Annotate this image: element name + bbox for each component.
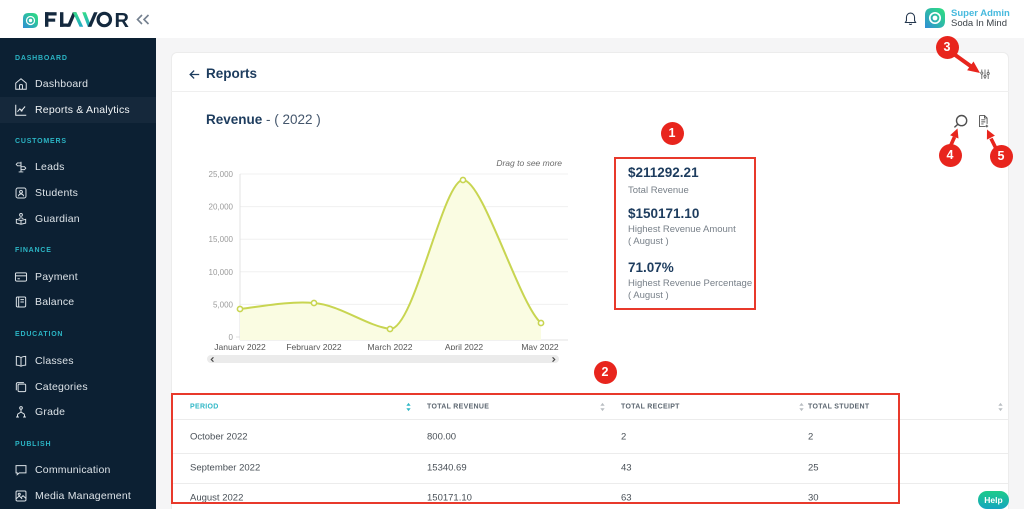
- svg-text:25,000: 25,000: [209, 170, 234, 179]
- svg-text:15,000: 15,000: [209, 235, 234, 244]
- svg-text:10,000: 10,000: [209, 268, 234, 277]
- svg-text:5,000: 5,000: [213, 300, 234, 309]
- svg-text:January 2022: January 2022: [214, 342, 266, 350]
- svg-text:February 2022: February 2022: [286, 342, 342, 350]
- svg-text:April 2022: April 2022: [445, 342, 484, 350]
- svg-text:20,000: 20,000: [209, 203, 234, 212]
- svg-text:May 2022: May 2022: [521, 342, 559, 350]
- svg-text:March 2022: March 2022: [368, 342, 413, 350]
- svg-text:R: R: [115, 10, 130, 32]
- svg-text:0: 0: [229, 333, 234, 342]
